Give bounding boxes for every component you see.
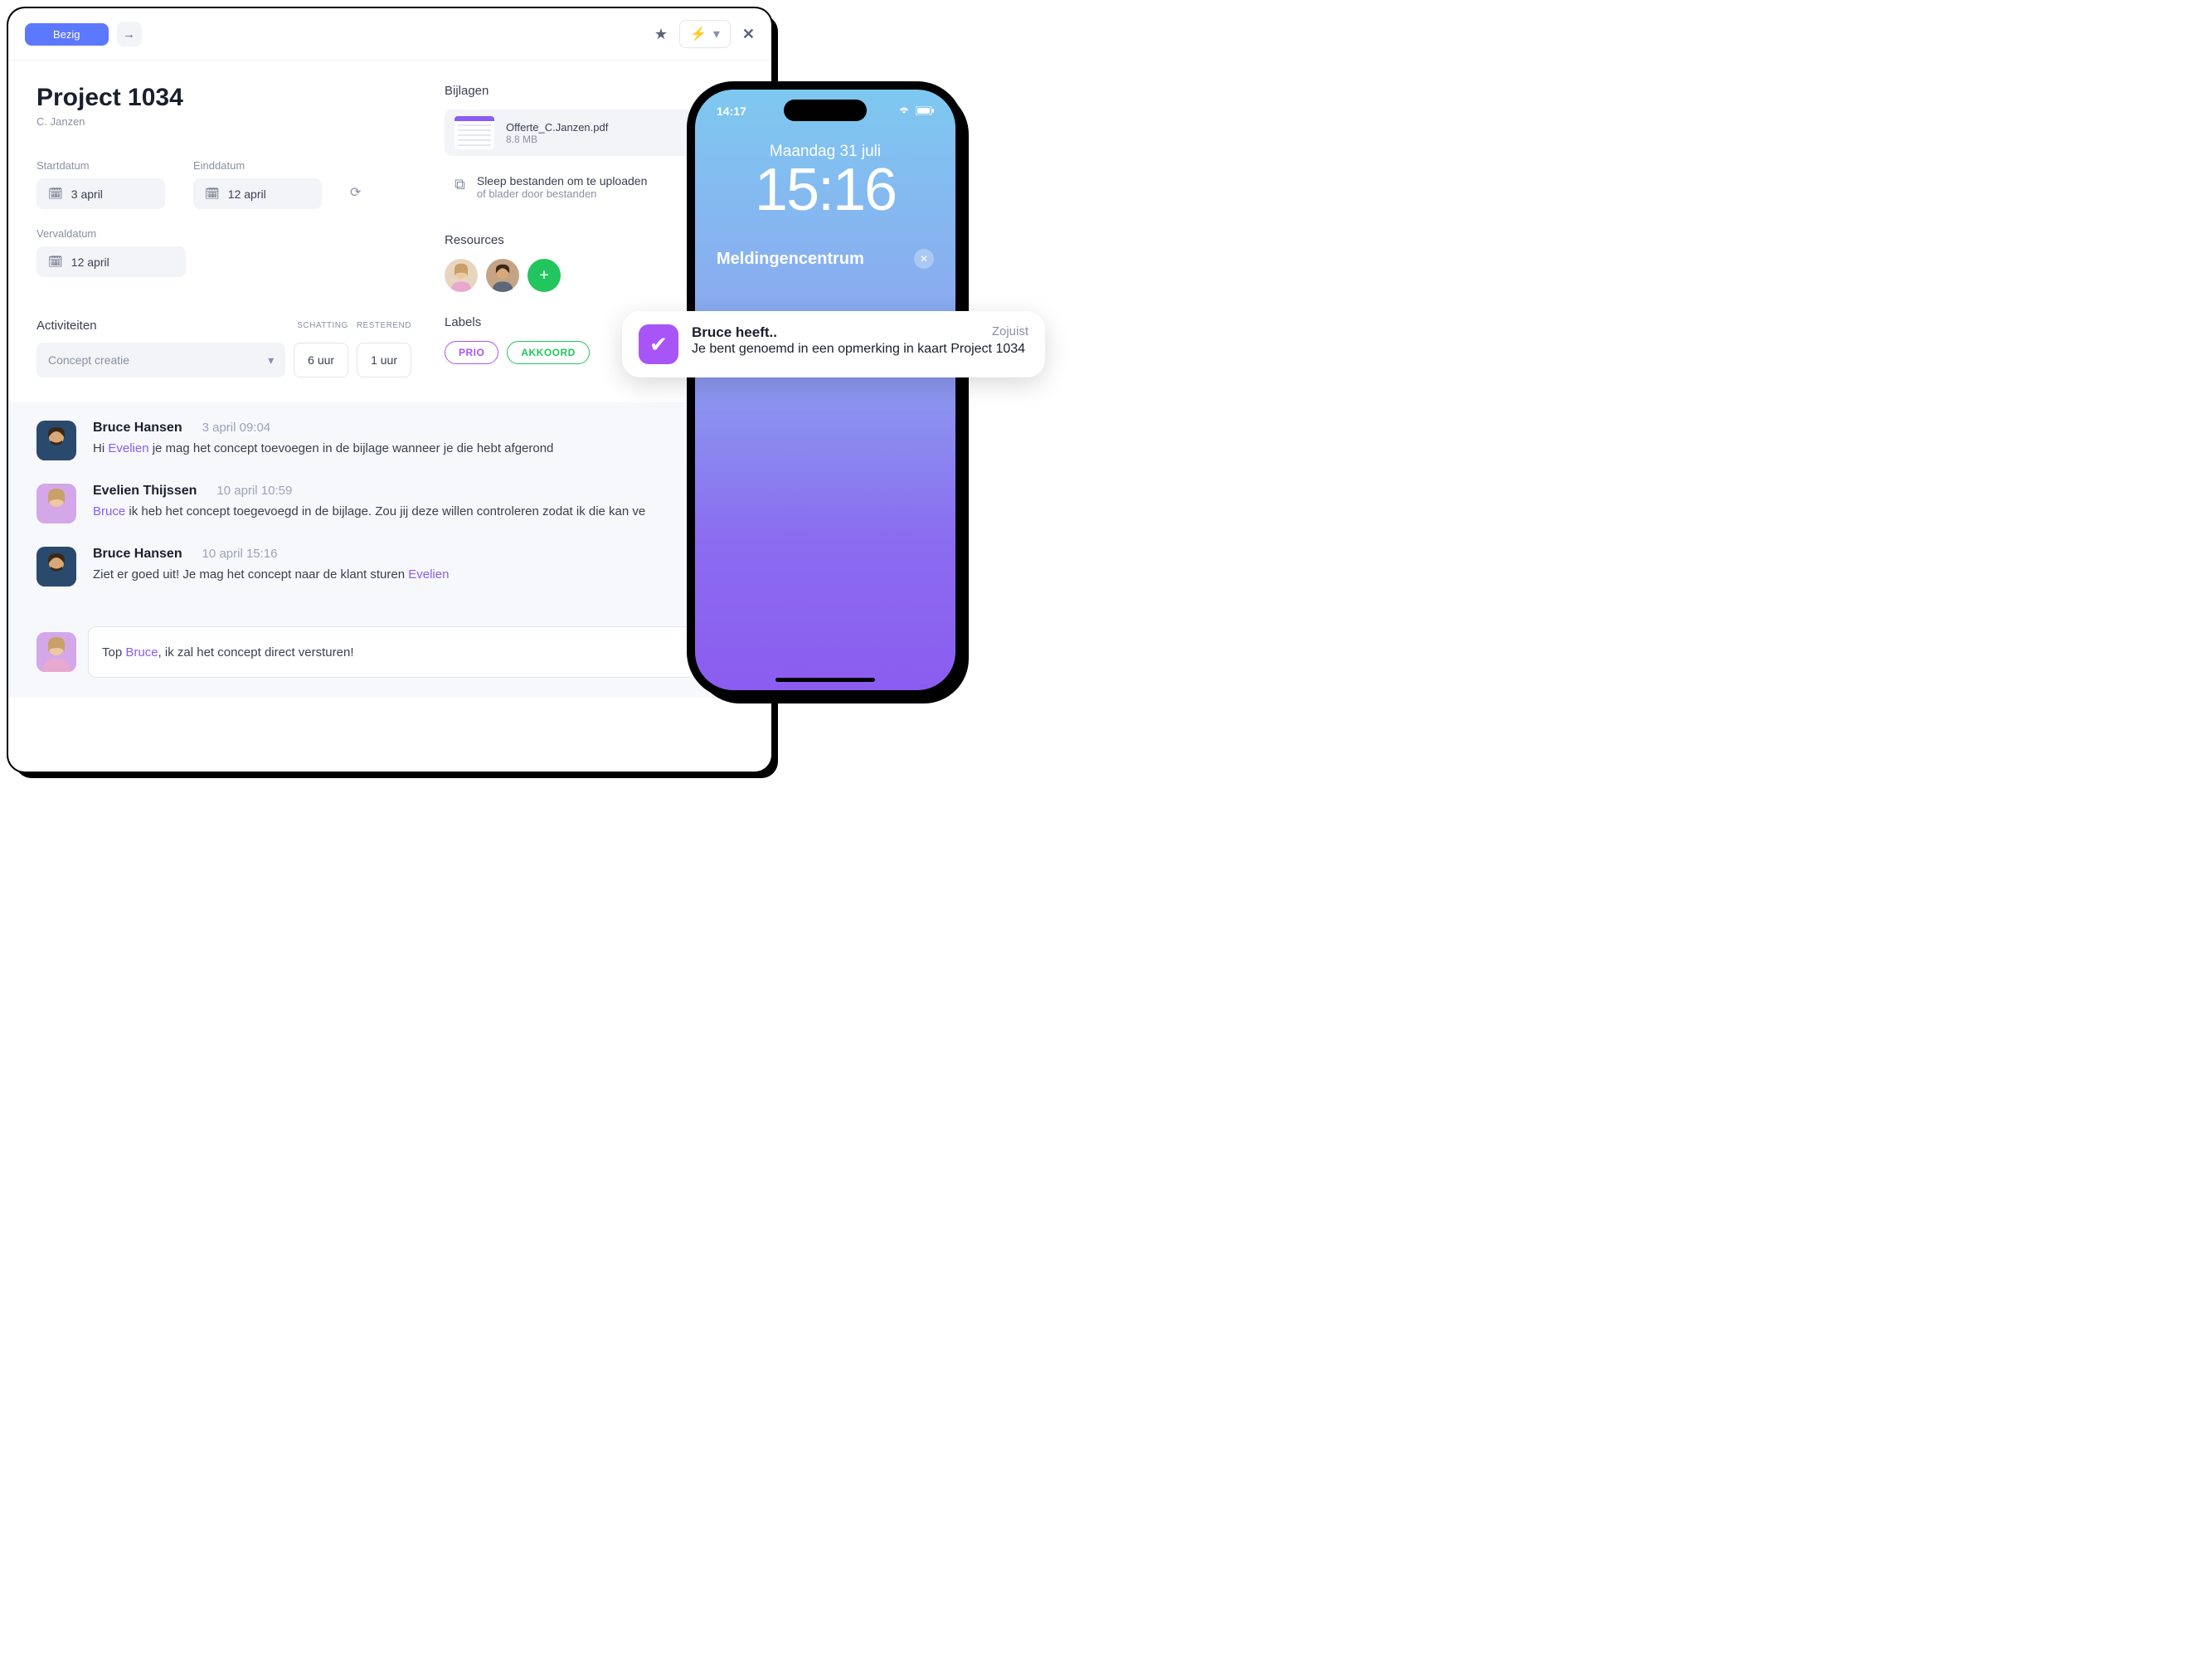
mention[interactable]: Evelien (408, 567, 449, 582)
copy-icon: ⧉ (455, 176, 465, 193)
calendar-icon: 🗓 (48, 255, 63, 269)
end-date-label: Einddatum (193, 159, 322, 172)
notification-text: Je bent genoemd in een opmerking in kaar… (692, 341, 1028, 358)
comment-time: 10 april 15:16 (202, 547, 278, 562)
end-date-value: 12 april (228, 187, 266, 201)
phone-time: 15:16 (695, 156, 955, 224)
start-date-value: 3 april (71, 187, 103, 201)
label-prio[interactable]: PRIO (445, 341, 498, 364)
topbar: Bezig → ★ ⚡ ▾ ✕ (8, 8, 771, 61)
notification-center-close[interactable]: ✕ (914, 249, 934, 269)
refresh-icon[interactable]: ⟳ (350, 184, 361, 201)
resource-avatar[interactable] (486, 259, 519, 292)
compose-input[interactable]: Top Bruce, ik zal het concept direct ver… (88, 626, 743, 678)
comment-avatar (36, 484, 76, 523)
comment-text: Hi Evelien je mag het concept toevoegen … (93, 441, 743, 457)
activities-title: Activiteiten (36, 319, 97, 333)
comment-avatar (36, 421, 76, 460)
comment-author: Evelien Thijssen (93, 484, 197, 499)
project-title: Project 1034 (36, 84, 411, 112)
notification-center-title: Meldingencentrum (717, 250, 864, 269)
resource-avatar[interactable] (445, 259, 478, 292)
activity-select[interactable]: Concept creatie ▾ (36, 343, 285, 377)
wifi-icon (897, 105, 911, 118)
app-icon: ✔ (639, 324, 678, 364)
comment-time: 10 april 10:59 (216, 484, 292, 499)
upload-subtitle: of blader door bestanden (477, 187, 648, 200)
notification-title: Bruce heeft.. (692, 324, 777, 341)
compose-row: Top Bruce, ik zal het concept direct ver… (8, 626, 771, 698)
comments-section: Bruce Hansen 3 april 09:04 Hi Evelien je… (8, 402, 771, 626)
remaining-value[interactable]: 1 uur (357, 343, 411, 377)
col-remaining: RESTEREND (357, 321, 411, 330)
plus-icon: + (539, 266, 549, 285)
due-date-label: Vervaldatum (36, 227, 411, 240)
battery-icon (916, 105, 934, 118)
col-estimate: SCHATTING (297, 321, 348, 330)
comment: Bruce Hansen 10 april 15:16 Ziet er goed… (36, 547, 743, 587)
upload-title: Sleep bestanden om te uploaden (477, 174, 648, 187)
checkmark-icon: ✔ (649, 332, 668, 358)
close-button[interactable]: ✕ (742, 26, 755, 43)
attachment-size: 8.8 MB (506, 134, 608, 145)
attachment-name: Offerte_C.Janzen.pdf (506, 121, 608, 134)
comment: Evelien Thijssen 10 april 10:59 Bruce ik… (36, 484, 743, 523)
lightning-icon: ⚡ (690, 26, 707, 42)
comment-time: 3 april 09:04 (202, 421, 271, 436)
chevron-down-icon: ▾ (268, 353, 274, 368)
arrow-right-icon: → (123, 27, 135, 41)
notification-time: Zojuist (992, 324, 1028, 341)
comment-text: Ziet er goed uit! Je mag het concept naa… (93, 567, 743, 583)
status-pill[interactable]: Bezig (25, 23, 109, 46)
star-icon[interactable]: ★ (654, 26, 668, 43)
actions-dropdown[interactable]: ⚡ ▾ (679, 20, 731, 48)
comment-avatar (36, 547, 76, 587)
mention[interactable]: Evelien (108, 441, 148, 455)
due-date-value: 12 april (71, 256, 109, 269)
mention[interactable]: Bruce (93, 504, 125, 518)
notification-card[interactable]: ✔ Bruce heeft.. Zojuist Je bent genoemd … (622, 311, 1045, 377)
start-date-input[interactable]: 🗓 3 april (36, 178, 165, 209)
calendar-icon: 🗓 (48, 187, 63, 201)
comment: Bruce Hansen 3 april 09:04 Hi Evelien je… (36, 421, 743, 460)
activity-select-value: Concept creatie (48, 353, 129, 367)
project-card: Bezig → ★ ⚡ ▾ ✕ Project 1034 C. Janzen S… (8, 8, 771, 772)
chevron-down-icon: ▾ (713, 26, 720, 42)
start-date-label: Startdatum (36, 159, 165, 172)
status-next-button[interactable]: → (117, 22, 142, 46)
compose-text: Top Bruce, ik zal het concept direct ver… (102, 645, 354, 660)
phone-mockup: 14:17 Maandag 31 juli 15:16 Meldingencen… (688, 83, 962, 697)
label-akkoord[interactable]: AKKOORD (507, 341, 590, 364)
document-icon (455, 116, 494, 149)
comment-author: Bruce Hansen (93, 547, 182, 562)
compose-avatar (36, 632, 76, 672)
home-indicator (775, 678, 875, 682)
attachments-title: Bijlagen (445, 84, 743, 98)
calendar-icon: 🗓 (205, 187, 220, 201)
close-icon: ✕ (920, 253, 928, 265)
phone-status-time: 14:17 (717, 105, 746, 118)
estimate-value[interactable]: 6 uur (294, 343, 348, 377)
due-date-input[interactable]: 🗓 12 april (36, 246, 186, 277)
comment-text: Bruce ik heb het concept toegevoegd in d… (93, 504, 743, 520)
project-owner: C. Janzen (36, 115, 411, 128)
comment-author: Bruce Hansen (93, 421, 182, 436)
end-date-input[interactable]: 🗓 12 april (193, 178, 322, 209)
add-resource-button[interactable]: + (527, 259, 561, 292)
dynamic-island (784, 100, 867, 121)
